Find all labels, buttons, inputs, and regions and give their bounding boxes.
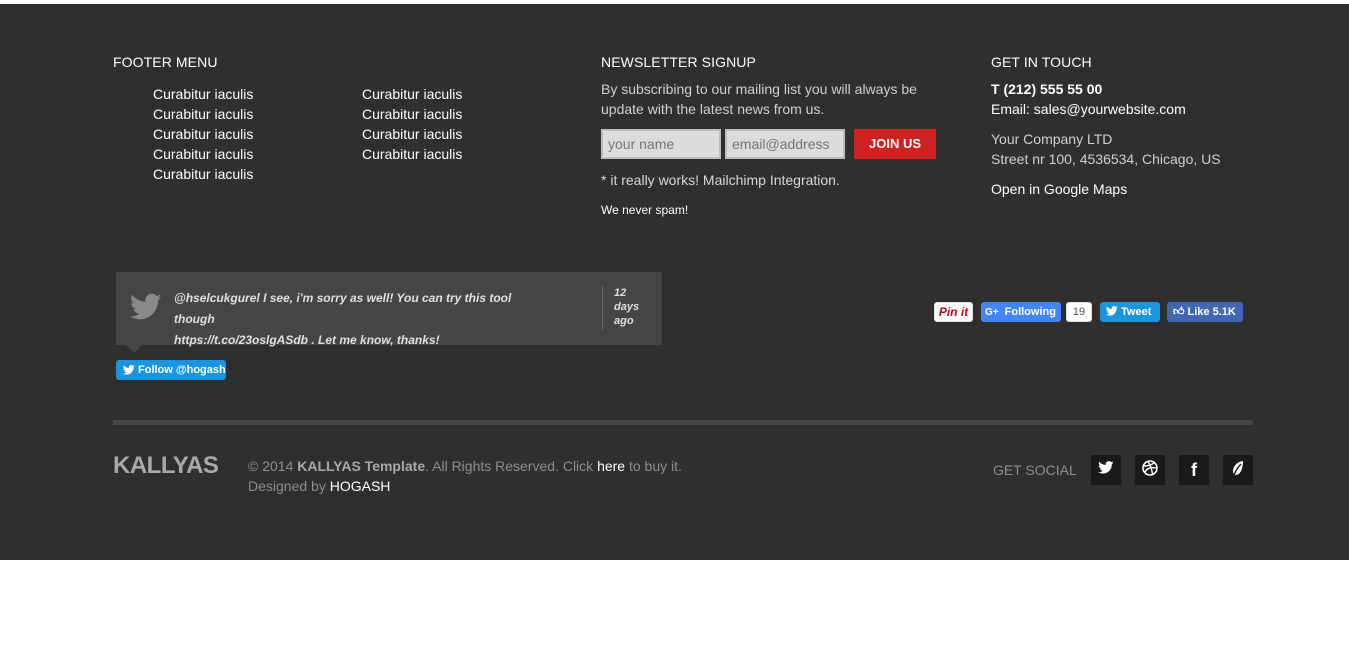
dribbble-social-button[interactable]: [1135, 455, 1165, 485]
footer-divider: [113, 420, 1253, 425]
twitter-follow-button[interactable]: Follow @hogash: [116, 360, 226, 380]
google-plus-label: Following: [1004, 306, 1056, 318]
tweet-pointer: [126, 345, 142, 353]
tweet-time-line: days: [614, 301, 640, 313]
facebook-social-button[interactable]: f: [1179, 455, 1209, 485]
twitter-bird-icon: [1105, 303, 1118, 323]
footer-menu-title: FOOTER MENU: [113, 54, 218, 70]
newsletter-note: * it really works! Mailchimp Integration…: [601, 172, 840, 188]
google-plus-follow-button[interactable]: G+ Following: [981, 302, 1061, 322]
latest-tweet: @hselcukgurel I see, i'm sorry as well! …: [116, 272, 662, 347]
tweet-button[interactable]: Tweet: [1100, 302, 1160, 322]
tweet-text: @hselcukgurel I see, i'm sorry as well! …: [174, 288, 554, 351]
copyright-text: © 2014 KALLYAS Template. All Rights Rese…: [248, 456, 682, 496]
google-plus-icon: G+: [985, 307, 999, 318]
tweet-button-label: Tweet: [1121, 306, 1152, 318]
tweet-text-line: @hselcukgurel I see, i'm sorry as well! …: [174, 291, 512, 326]
dribbble-icon: [1142, 459, 1158, 481]
footer-menu-link[interactable]: Curabitur iaculis: [153, 84, 253, 104]
envato-leaf-icon: [1231, 460, 1245, 481]
contact-company: Your Company LTD: [991, 131, 1113, 147]
footer-menu-column-1: Curabitur iaculis Curabitur iaculis Cura…: [153, 84, 253, 184]
footer-menu-link[interactable]: Curabitur iaculis: [362, 144, 462, 164]
newsletter-name-input[interactable]: [601, 129, 721, 159]
newsletter-description-line: By subscribing to our mailing list you w…: [601, 81, 917, 97]
site-footer: FOOTER MENU Curabitur iaculis Curabitur …: [0, 4, 1349, 560]
contact-email-label: Email:: [991, 101, 1034, 117]
designed-by-line: Designed by HOGASH: [248, 476, 682, 496]
footer-menu-link[interactable]: Curabitur iaculis: [362, 104, 462, 124]
footer-menu-link[interactable]: Curabitur iaculis: [153, 164, 253, 184]
tweet-time[interactable]: 12 days ago: [614, 286, 654, 328]
contact-email-link[interactable]: sales@yourwebsite.com: [1034, 101, 1186, 117]
buy-here-link[interactable]: here: [597, 458, 625, 474]
newsletter-title: NEWSLETTER SIGNUP: [601, 54, 756, 70]
get-social-label: GET SOCIAL: [993, 462, 1077, 478]
twitter-follow-label: Follow @hogash: [138, 364, 226, 376]
facebook-icon: f: [1191, 459, 1197, 480]
join-us-button[interactable]: JOIN US: [854, 129, 936, 159]
facebook-like-button[interactable]: 👍︎ Like 5.1K: [1167, 302, 1243, 322]
google-maps-link[interactable]: Open in Google Maps: [991, 179, 1221, 199]
pinterest-pin-button[interactable]: Pin it: [934, 302, 973, 322]
footer-menu-link[interactable]: Curabitur iaculis: [362, 84, 462, 104]
tweet-separator: [602, 286, 603, 330]
contact-address: Street nr 100, 4536534, Chicago, US: [991, 151, 1221, 167]
kallyas-logo[interactable]: KALLYAS: [113, 452, 219, 480]
hogash-link[interactable]: HOGASH: [330, 478, 391, 494]
tweet-time-line: 12: [614, 287, 627, 299]
no-spam-text: We never spam!: [601, 203, 689, 217]
twitter-bird-icon: [129, 293, 162, 326]
copyright-suffix: to buy it.: [625, 458, 682, 474]
footer-menu-link[interactable]: Curabitur iaculis: [153, 124, 253, 144]
footer-menu-column-2: Curabitur iaculis Curabitur iaculis Cura…: [362, 84, 462, 164]
copyright-prefix: © 2014: [248, 458, 298, 474]
thumbs-up-icon: 👍︎: [1173, 306, 1185, 318]
designed-by-label: Designed by: [248, 478, 330, 494]
newsletter-description-line: update with the latest news from us.: [601, 101, 825, 117]
twitter-icon: [1098, 461, 1114, 479]
copyright-brand: KALLYAS Template: [297, 458, 426, 474]
tweet-text-line[interactable]: https://t.co/23oslgASdb . Let me know, t…: [174, 330, 554, 351]
contact-email-line: Email: sales@yourwebsite.com: [991, 99, 1221, 119]
tweet-time-line: ago: [614, 315, 634, 327]
google-plus-count: 19: [1066, 302, 1092, 322]
contact-phone: T (212) 555 55 00: [991, 81, 1103, 97]
newsletter-description: By subscribing to our mailing list you w…: [601, 79, 917, 119]
envato-social-button[interactable]: [1223, 455, 1253, 485]
facebook-like-label: Like 5.1K: [1187, 306, 1236, 318]
footer-menu-link[interactable]: Curabitur iaculis: [153, 144, 253, 164]
footer-menu-link[interactable]: Curabitur iaculis: [153, 104, 253, 124]
newsletter-email-input[interactable]: [725, 129, 845, 159]
copyright-middle: . All Rights Reserved. Click: [425, 458, 598, 474]
twitter-social-button[interactable]: [1091, 455, 1121, 485]
footer-menu-link[interactable]: Curabitur iaculis: [362, 124, 462, 144]
contact-block: T (212) 555 55 00 Email: sales@yourwebsi…: [991, 79, 1221, 199]
copyright-line: © 2014 KALLYAS Template. All Rights Rese…: [248, 456, 682, 476]
contact-title: GET IN TOUCH: [991, 54, 1092, 70]
twitter-bird-icon: [122, 362, 135, 382]
